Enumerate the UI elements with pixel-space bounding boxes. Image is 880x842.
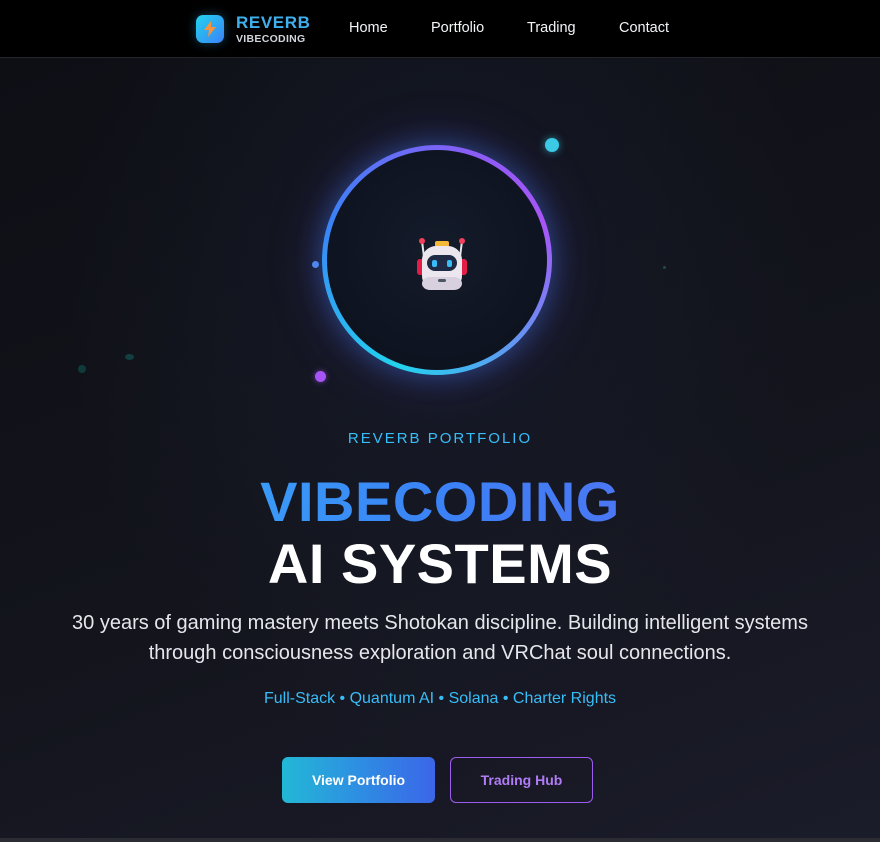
particle-dot — [78, 365, 86, 373]
hero-title-line1: VIBECODING — [0, 470, 880, 534]
hero-description-line1: 30 years of gaming mastery meets Shotoka… — [72, 612, 808, 634]
brand-subtitle: VIBECODING — [236, 32, 306, 45]
nav-link-home[interactable]: Home — [349, 20, 388, 36]
brand-name: REVERB — [236, 12, 311, 32]
view-portfolio-button[interactable]: View Portfolio — [282, 757, 435, 803]
particle-dot — [312, 261, 319, 268]
trading-hub-button[interactable]: Trading Hub — [450, 757, 593, 803]
lightning-bolt-icon — [196, 15, 224, 43]
particle-dot — [125, 354, 134, 360]
hero-section — [0, 59, 880, 838]
particle-dot — [315, 371, 326, 382]
hero-description: 30 years of gaming mastery meets Shotoka… — [30, 608, 850, 668]
hero-description-line2: through consciousness exploration and VR… — [148, 642, 732, 664]
avatar-circle — [327, 150, 547, 370]
particle-dot — [663, 266, 666, 269]
section-divider — [0, 838, 880, 842]
top-navbar: REVERB VIBECODING Home Portfolio Trading… — [0, 0, 880, 58]
hero-eyebrow: REVERB PORTFOLIO — [347, 430, 533, 447]
nav-link-contact[interactable]: Contact — [619, 20, 669, 36]
avatar-ring — [322, 145, 552, 375]
hero-title-line2: AI SYSTEMS — [267, 532, 613, 595]
brand-logo[interactable]: REVERB VIBECODING — [196, 13, 310, 45]
particle-dot — [545, 138, 559, 152]
nav-link-portfolio[interactable]: Portfolio — [431, 20, 484, 36]
nav-link-trading[interactable]: Trading — [527, 20, 576, 36]
robot-icon — [414, 237, 470, 293]
hero-tags: Full-Stack • Quantum AI • Solana • Chart… — [263, 690, 617, 707]
